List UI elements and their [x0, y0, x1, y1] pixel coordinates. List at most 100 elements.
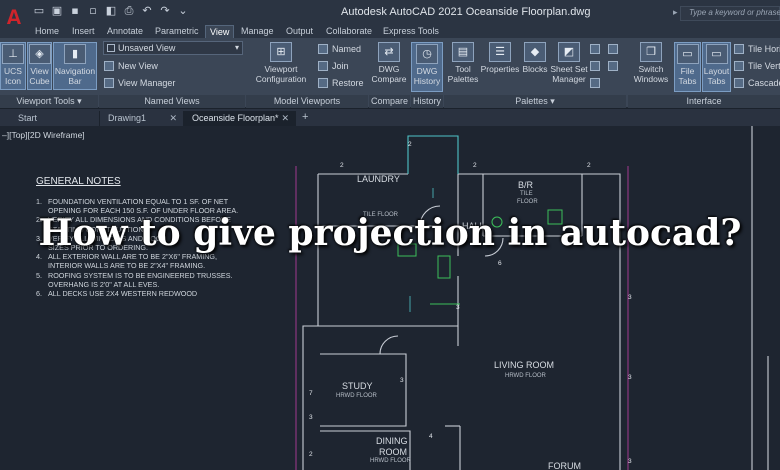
view-manager-icon [104, 78, 114, 88]
view-cube-button[interactable]: ◈ View Cube [27, 42, 52, 90]
switch-windows-icon: ❐ [640, 42, 662, 62]
note-tag: 3 [628, 374, 632, 381]
room-label-study: STUDY [342, 381, 373, 391]
viewport-grid-icon: ⊞ [270, 42, 292, 62]
room-label-dining-sub: ROOM [379, 447, 407, 457]
file-tab-start[interactable]: Start [10, 111, 100, 126]
design-center-button[interactable] [590, 78, 600, 88]
markup-set-button[interactable] [590, 44, 600, 54]
chevron-down-icon: ▾ [234, 43, 239, 52]
restore-icon [318, 78, 328, 88]
close-icon[interactable]: ✕ [169, 111, 177, 125]
tab-output[interactable]: Output [282, 25, 317, 38]
room-label-bath: B/R [518, 180, 534, 190]
search-placeholder: Type a keyword or phrase [689, 8, 780, 17]
note-tag: 6 [498, 260, 502, 267]
note-tag: 3 [628, 458, 632, 465]
ucs-icon-button[interactable]: ⊥ UCS Icon [0, 42, 26, 90]
add-tab-icon[interactable]: + [302, 111, 308, 123]
web-open-icon[interactable]: ◧ [105, 5, 117, 17]
undo-icon[interactable]: ↶ [141, 5, 153, 17]
customize-qat-icon[interactable]: ⌄ [177, 5, 189, 17]
general-note-line: OVERHANG IS 2'0" AT ALL EVES. [36, 280, 238, 289]
file-tab-bar: Start Drawing1 ✕ Oceanside Floorplan* ✕ … [0, 109, 780, 126]
title-bar: A ▭ ▣ ▪ ▫ ◧ ⎙ ↶ ↷ ⌄ Autodesk AutoCAD 202… [0, 0, 780, 30]
note-tag: 3 [628, 294, 632, 301]
panel-compare: Compare [369, 95, 410, 108]
general-note-line: 5. ROOFING SYSTEM IS TO BE ENGINEERED TRU… [36, 271, 238, 280]
tab-view[interactable]: View [205, 25, 235, 38]
overlay-headline: How to give projection in autocad? [38, 212, 742, 254]
viewport-configuration-button[interactable]: ⊞ Viewport Configuration [250, 42, 312, 92]
redo-icon[interactable]: ↷ [159, 5, 171, 17]
close-icon[interactable]: ✕ [281, 111, 289, 125]
dwg-history-button[interactable]: ◷ DWG History [411, 42, 443, 92]
general-note-text: FOUNDATION VENTILATION EQUAL TO 1 SF. OF… [48, 197, 229, 206]
new-file-icon[interactable]: ▭ [33, 5, 45, 17]
search-input[interactable]: ▸ Type a keyword or phrase [673, 6, 780, 21]
window-title: Autodesk AutoCAD 2021 Oceanside Floorpla… [341, 6, 591, 18]
properties-icon: ☰ [489, 42, 511, 62]
room-floor-bath-1: TILE [520, 191, 533, 197]
named-view-dropdown[interactable]: Unsaved View ▾ [103, 41, 243, 55]
note-tag: 2 [340, 162, 344, 169]
dwg-history-icon: ◷ [416, 44, 438, 64]
tab-insert[interactable]: Insert [68, 25, 99, 38]
tile-horizontally-button[interactable]: Tile Hori [734, 44, 780, 54]
panel-palettes[interactable]: Palettes ▾ [444, 95, 626, 108]
room-floor-bath-2: FLOOR [517, 199, 538, 205]
note-tag: 3 [309, 414, 313, 421]
calculator-icon [590, 61, 600, 71]
save-icon[interactable]: ▪ [69, 5, 81, 17]
note-tag: 2 [408, 141, 412, 148]
viewport-controls-label[interactable]: –][Top][2D Wireframe] [2, 130, 85, 140]
tile-vertically-button[interactable]: Tile Verti [734, 61, 780, 71]
sheet-set-manager-button[interactable]: ◩ Sheet Set Manager [549, 42, 589, 92]
panel-viewport-tools[interactable]: Viewport Tools ▾ [0, 95, 98, 108]
panel-history: History [411, 95, 443, 108]
tab-collaborate[interactable]: Collaborate [322, 25, 376, 38]
file-tab-drawing1[interactable]: Drawing1 ✕ [100, 111, 184, 126]
room-floor-study: HRWD FLOOR [336, 393, 377, 399]
sheet-set-icon: ◩ [558, 42, 580, 62]
room-label-forum: FORUM [548, 461, 581, 470]
ribbon-tab-bar: Home Insert Annotate Parametric View Man… [0, 24, 780, 38]
tab-annotate[interactable]: Annotate [103, 25, 147, 38]
named-viewports-button[interactable]: Named [318, 44, 361, 54]
blocks-button[interactable]: ◆ Blocks [521, 42, 549, 92]
external-references-button[interactable] [608, 61, 618, 71]
view-manager-button[interactable]: View Manager [104, 78, 175, 88]
layout-tabs-button[interactable]: ▭ Layout Tabs [702, 42, 731, 92]
cascade-button[interactable]: Cascade [734, 78, 780, 88]
properties-button[interactable]: ☰ Properties [480, 42, 520, 92]
tab-home[interactable]: Home [31, 25, 63, 38]
print-icon[interactable]: ⎙ [123, 5, 135, 17]
switch-windows-button[interactable]: ❐ Switch Windows [630, 42, 672, 92]
join-icon [318, 61, 328, 71]
file-tab-oceanside[interactable]: Oceanside Floorplan* ✕ [184, 111, 296, 126]
quickcalc-button[interactable] [590, 61, 600, 71]
open-folder-icon[interactable]: ▣ [51, 5, 63, 17]
tab-express-tools[interactable]: Express Tools [379, 25, 443, 38]
layer-properties-button[interactable] [608, 44, 618, 54]
note-tag: 7 [309, 390, 313, 397]
search-arrow-icon: ▸ [673, 8, 678, 18]
tab-manage[interactable]: Manage [237, 25, 278, 38]
save-as-icon[interactable]: ▫ [87, 5, 99, 17]
dwg-compare-icon: ⇄ [378, 42, 400, 62]
dwg-compare-button[interactable]: ⇄ DWG Compare [370, 42, 408, 92]
join-viewports-button[interactable]: Join [318, 61, 349, 71]
design-center-icon [590, 78, 600, 88]
blocks-icon: ◆ [524, 42, 546, 62]
view-cube-icon: ◈ [28, 44, 51, 64]
navigation-bar-button[interactable]: ▮ Navigation Bar [53, 42, 97, 90]
navigation-bar-icon: ▮ [64, 44, 86, 64]
view-icon [107, 44, 115, 52]
note-tag: 2 [473, 162, 477, 169]
tab-parametric[interactable]: Parametric [151, 25, 203, 38]
room-label-living: LIVING ROOM [494, 360, 555, 370]
tool-palettes-button[interactable]: ▤ Tool Palettes [446, 42, 480, 92]
file-tabs-button[interactable]: ▭ File Tabs [674, 42, 701, 92]
restore-viewports-button[interactable]: Restore [318, 78, 364, 88]
new-view-button[interactable]: New View [104, 61, 158, 71]
